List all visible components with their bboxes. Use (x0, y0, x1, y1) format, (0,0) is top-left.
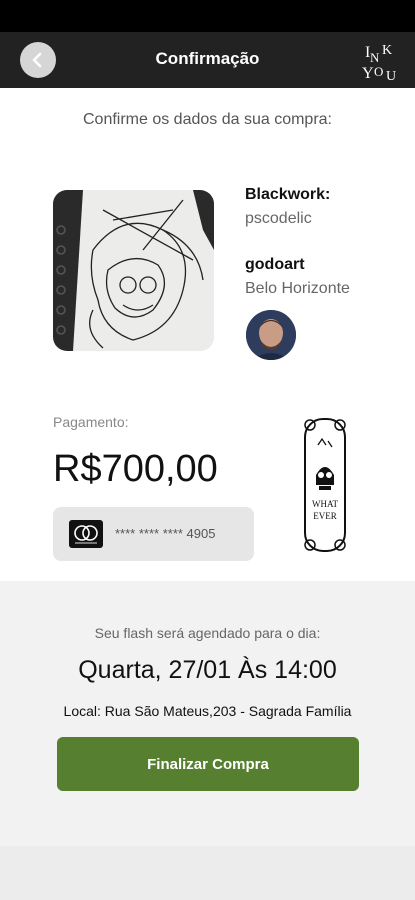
svg-text:U: U (386, 69, 396, 82)
finish-purchase-button[interactable]: Finalizar Compra (57, 737, 359, 791)
svg-text:WHAT: WHAT (312, 499, 338, 509)
app-logo[interactable]: I N K Y O U (359, 40, 401, 82)
artist-city: Belo Horizonte (245, 280, 350, 297)
artist-name[interactable]: godoart (245, 256, 305, 274)
svg-text:EVER: EVER (313, 511, 337, 521)
mastercard-icon (69, 520, 103, 548)
svg-text:K: K (382, 43, 392, 58)
status-bar (0, 0, 415, 32)
payment-card[interactable]: **** **** **** 4905 (53, 507, 254, 561)
schedule-date: Quarta, 27/01 Às 14:00 (78, 656, 337, 684)
skull-whatever-illustration: WHAT EVER (304, 418, 346, 552)
artist-avatar[interactable] (246, 310, 296, 360)
card-number: **** **** **** 4905 (115, 526, 216, 541)
confirm-subtitle: Confirme os dados da sua compra: (82, 111, 332, 128)
payment-label: Pagamento: (53, 414, 129, 430)
schedule-location: Local: Rua São Mateus,203 - Sagrada Famí… (63, 703, 352, 719)
payment-amount: R$700,00 (53, 448, 218, 490)
flash-style-name: pscodelic (245, 210, 312, 227)
svg-text:O: O (374, 64, 383, 79)
app-bar: Confirmação I N K Y O U (0, 32, 415, 88)
tattoo-flash-image (53, 190, 214, 351)
svg-text:Y: Y (362, 65, 374, 82)
svg-text:N: N (370, 50, 380, 65)
page-title: Confirmação (155, 49, 260, 68)
schedule-label: Seu flash será agendado para o dia: (94, 625, 321, 641)
footer-strip (0, 846, 415, 900)
flash-style-label: Blackwork: (245, 186, 331, 203)
